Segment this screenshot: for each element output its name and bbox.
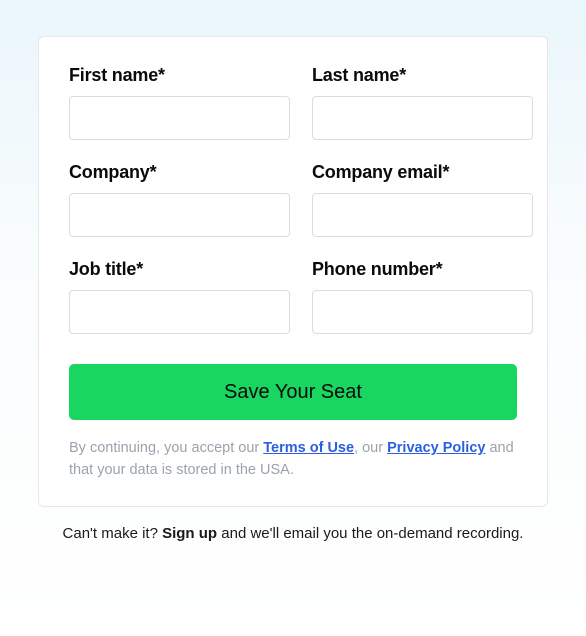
last-name-label: Last name*	[312, 65, 533, 86]
last-name-input[interactable]	[312, 96, 533, 140]
company-field: Company*	[69, 162, 290, 237]
company-email-field: Company email*	[312, 162, 533, 237]
disclaimer-mid: , our	[354, 440, 387, 456]
company-input[interactable]	[69, 193, 290, 237]
first-name-field: First name*	[69, 65, 290, 140]
registration-form-card: First name* Last name* Company* Company …	[38, 36, 548, 507]
first-name-input[interactable]	[69, 96, 290, 140]
job-title-label: Job title*	[69, 259, 290, 280]
job-title-input[interactable]	[69, 290, 290, 334]
company-label: Company*	[69, 162, 290, 183]
disclaimer-prefix: By continuing, you accept our	[69, 440, 263, 456]
first-name-label: First name*	[69, 65, 290, 86]
form-row: Job title* Phone number*	[69, 259, 517, 334]
privacy-policy-link[interactable]: Privacy Policy	[387, 440, 485, 456]
company-email-input[interactable]	[312, 193, 533, 237]
job-title-field: Job title*	[69, 259, 290, 334]
last-name-field: Last name*	[312, 65, 533, 140]
footer-prefix: Can't make it?	[63, 525, 163, 542]
footer-signup: Sign up	[162, 525, 217, 542]
phone-number-input[interactable]	[312, 290, 533, 334]
company-email-label: Company email*	[312, 162, 533, 183]
phone-number-field: Phone number*	[312, 259, 533, 334]
form-row: First name* Last name*	[69, 65, 517, 140]
save-your-seat-button[interactable]: Save Your Seat	[69, 364, 517, 420]
form-row: Company* Company email*	[69, 162, 517, 237]
phone-number-label: Phone number*	[312, 259, 533, 280]
footer-suffix: and we'll email you the on-demand record…	[217, 525, 523, 542]
footer-note: Can't make it? Sign up and we'll email y…	[38, 525, 548, 542]
terms-of-use-link[interactable]: Terms of Use	[263, 440, 354, 456]
disclaimer-text: By continuing, you accept our Terms of U…	[69, 438, 517, 482]
